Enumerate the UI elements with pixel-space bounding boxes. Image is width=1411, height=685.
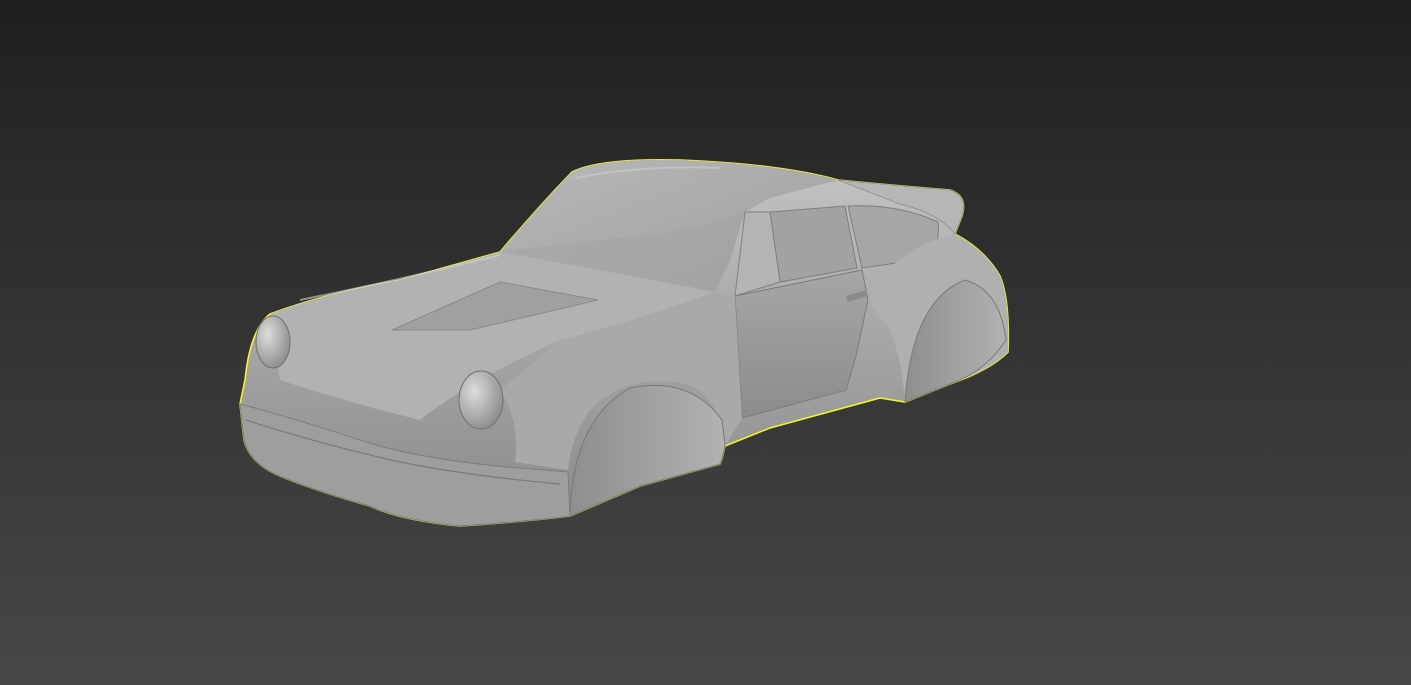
- left-headlight: [255, 315, 291, 369]
- 3d-viewport[interactable]: [0, 0, 1411, 685]
- car-body-model[interactable]: [0, 0, 1411, 685]
- right-headlight: [458, 370, 504, 430]
- side-window-front: [769, 205, 858, 283]
